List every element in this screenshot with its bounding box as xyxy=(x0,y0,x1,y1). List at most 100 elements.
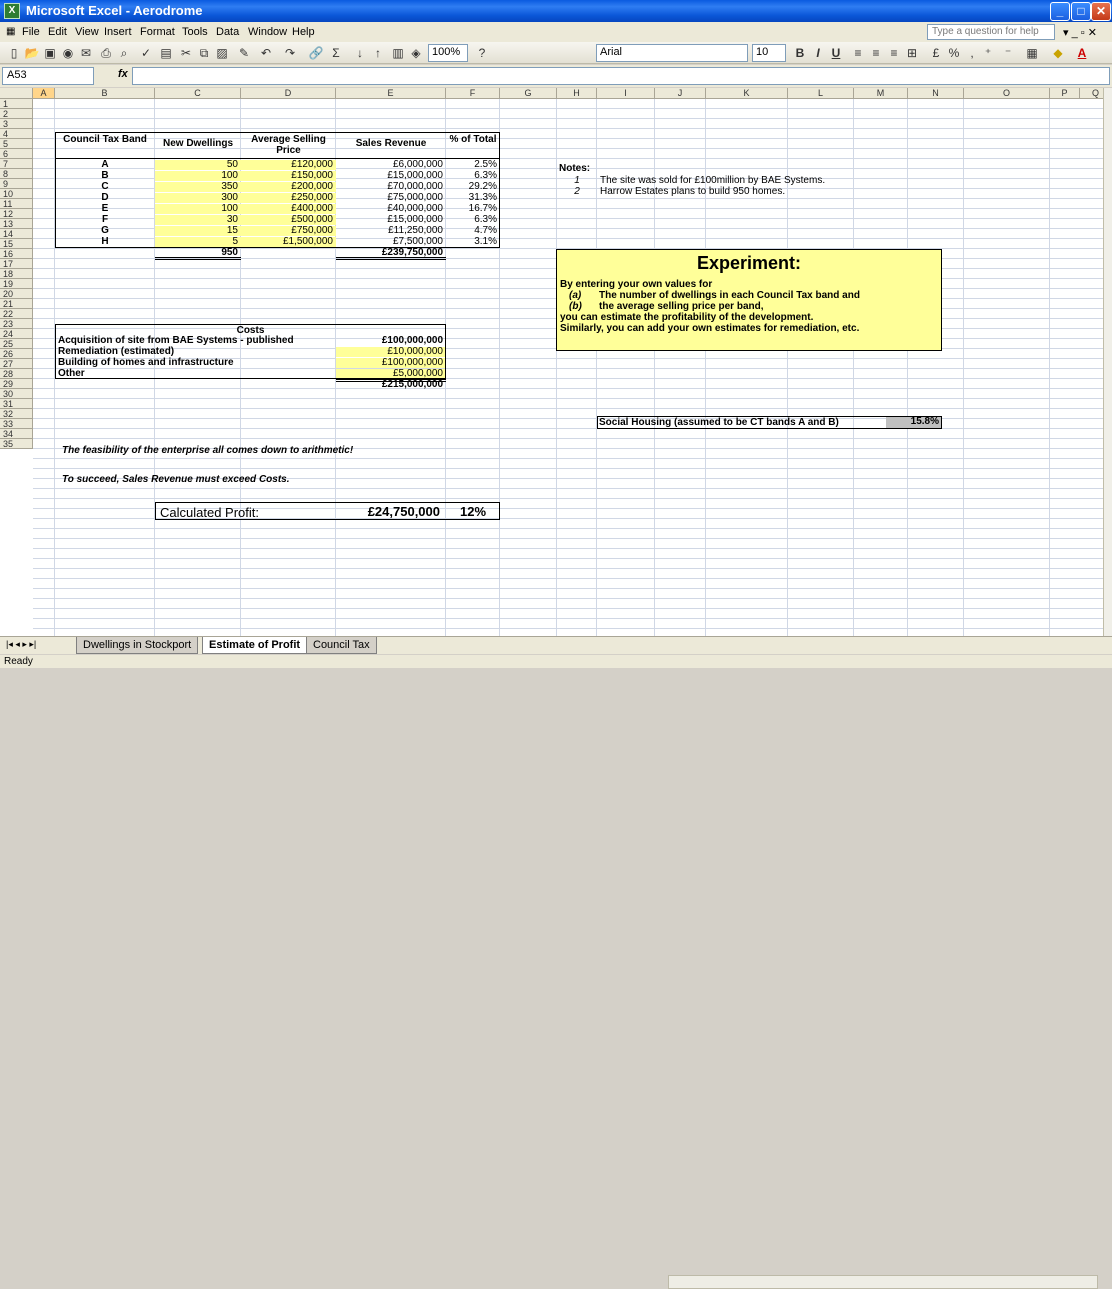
paste-icon[interactable]: ▨ xyxy=(214,45,230,61)
row-header[interactable]: 12 xyxy=(0,209,33,219)
bold-icon[interactable]: B xyxy=(792,45,808,61)
row-header[interactable]: 10 xyxy=(0,189,33,199)
new-icon[interactable]: ▯ xyxy=(6,45,22,61)
autosum-icon[interactable]: Σ xyxy=(328,45,344,61)
cost-value[interactable]: £5,000,000 xyxy=(336,369,446,379)
menu-insert[interactable]: Insert xyxy=(104,26,132,38)
col-header-m[interactable]: M xyxy=(854,88,908,99)
row-header[interactable]: 2 xyxy=(0,109,33,119)
col-header-e[interactable]: E xyxy=(336,88,446,99)
doc-minimize-icon[interactable]: ▾ _ ▫ ✕ xyxy=(1063,26,1097,39)
zoom-select[interactable]: 100% xyxy=(428,44,468,62)
menu-edit[interactable]: Edit xyxy=(48,26,67,38)
font-select[interactable]: Arial xyxy=(596,44,748,62)
pct-cell[interactable]: 4.7% xyxy=(446,226,500,236)
pct-cell[interactable]: 3.1% xyxy=(446,237,500,247)
undo-icon[interactable]: ↶ xyxy=(258,45,274,61)
print-icon[interactable]: ⎙ xyxy=(98,45,114,61)
fx-icon[interactable]: fx xyxy=(118,68,128,80)
row-header[interactable]: 17 xyxy=(0,259,33,269)
band-cell[interactable]: C xyxy=(55,182,155,192)
new-dwellings-cell[interactable]: 100 xyxy=(155,204,241,214)
tab-scroll-icon[interactable]: |◂ ◂ ▸ ▸| xyxy=(6,639,36,650)
merge-center-icon[interactable]: ⊞ xyxy=(904,45,920,61)
spelling-icon[interactable]: ✓ xyxy=(138,45,154,61)
worksheet[interactable]: A B C D E F G H I J K L M N O P Q 123456… xyxy=(0,88,1112,636)
horizontal-scrollbar[interactable] xyxy=(668,1275,1098,1289)
band-cell[interactable]: A xyxy=(55,160,155,170)
select-all-corner[interactable] xyxy=(0,88,33,99)
italic-icon[interactable]: I xyxy=(810,45,826,61)
avg-price-cell[interactable]: £200,000 xyxy=(241,182,336,192)
menu-tools[interactable]: Tools xyxy=(182,26,208,38)
row-header[interactable]: 35 xyxy=(0,439,33,449)
new-dwellings-cell[interactable]: 100 xyxy=(155,171,241,181)
new-dwellings-cell[interactable]: 300 xyxy=(155,193,241,203)
font-color-icon[interactable]: A xyxy=(1074,45,1090,61)
tab-council-tax[interactable]: Council Tax xyxy=(306,637,377,654)
revenue-cell[interactable]: £70,000,000 xyxy=(336,182,446,192)
increase-decimal-icon[interactable]: ⁺ xyxy=(980,45,996,61)
col-header-j[interactable]: J xyxy=(655,88,706,99)
profit-value[interactable]: £24,750,000 xyxy=(336,505,446,518)
row-header[interactable]: 28 xyxy=(0,369,33,379)
underline-icon[interactable]: U xyxy=(828,45,844,61)
band-cell[interactable]: D xyxy=(55,193,155,203)
drawing-icon[interactable]: ◈ xyxy=(408,45,424,61)
row-header[interactable]: 1 xyxy=(0,99,33,109)
align-right-icon[interactable]: ≡ xyxy=(886,45,902,61)
row-header[interactable]: 26 xyxy=(0,349,33,359)
row-header[interactable]: 20 xyxy=(0,289,33,299)
row-header[interactable]: 18 xyxy=(0,269,33,279)
avg-price-cell[interactable]: £400,000 xyxy=(241,204,336,214)
col-header-a[interactable]: A xyxy=(33,88,55,99)
revenue-cell[interactable]: £75,000,000 xyxy=(336,193,446,203)
col-header-o[interactable]: O xyxy=(964,88,1050,99)
row-header[interactable]: 9 xyxy=(0,179,33,189)
row-header[interactable]: 11 xyxy=(0,199,33,209)
row-header[interactable]: 8 xyxy=(0,169,33,179)
avg-price-cell[interactable]: £500,000 xyxy=(241,215,336,225)
band-cell[interactable]: B xyxy=(55,171,155,181)
align-center-icon[interactable]: ≡ xyxy=(868,45,884,61)
new-dwellings-cell[interactable]: 15 xyxy=(155,226,241,236)
copy-icon[interactable]: ⧉ xyxy=(196,45,212,61)
revenue-cell[interactable]: £7,500,000 xyxy=(336,237,446,247)
profit-pct[interactable]: 12% xyxy=(446,505,500,518)
col-header-b[interactable]: B xyxy=(55,88,155,99)
band-cell[interactable]: E xyxy=(55,204,155,214)
chart-wizard-icon[interactable]: ▥ xyxy=(390,45,406,61)
cut-icon[interactable]: ✂ xyxy=(178,45,194,61)
pct-cell[interactable]: 6.3% xyxy=(446,171,500,181)
col-header-d[interactable]: D xyxy=(241,88,336,99)
pct-cell[interactable]: 2.5% xyxy=(446,160,500,170)
font-size-select[interactable]: 10 xyxy=(752,44,786,62)
menu-data[interactable]: Data xyxy=(216,26,239,38)
col-header-i[interactable]: I xyxy=(597,88,655,99)
revenue-cell[interactable]: £15,000,000 xyxy=(336,215,446,225)
research-icon[interactable]: ▤ xyxy=(158,45,174,61)
social-housing-value[interactable]: 15.8% xyxy=(886,417,942,428)
band-cell[interactable]: G xyxy=(55,226,155,236)
row-header[interactable]: 22 xyxy=(0,309,33,319)
band-cell[interactable]: F xyxy=(55,215,155,225)
row-header[interactable]: 30 xyxy=(0,389,33,399)
row-header[interactable]: 6 xyxy=(0,149,33,159)
align-left-icon[interactable]: ≡ xyxy=(850,45,866,61)
avg-price-cell[interactable]: £750,000 xyxy=(241,226,336,236)
total-revenue[interactable]: £239,750,000 xyxy=(336,248,446,260)
col-header-p[interactable]: P xyxy=(1050,88,1080,99)
pct-cell[interactable]: 16.7% xyxy=(446,204,500,214)
row-header[interactable]: 25 xyxy=(0,339,33,349)
col-header-g[interactable]: G xyxy=(500,88,557,99)
currency-icon[interactable]: £ xyxy=(928,45,944,61)
avg-price-cell[interactable]: £1,500,000 xyxy=(241,237,336,247)
menu-file[interactable]: File xyxy=(22,26,40,38)
menu-window[interactable]: Window xyxy=(248,26,287,38)
row-header[interactable]: 32 xyxy=(0,409,33,419)
band-cell[interactable]: H xyxy=(55,237,155,247)
row-header[interactable]: 14 xyxy=(0,229,33,239)
borders-icon[interactable]: ▦ xyxy=(1024,45,1040,61)
row-header[interactable]: 31 xyxy=(0,399,33,409)
help-icon[interactable]: ? xyxy=(474,45,490,61)
